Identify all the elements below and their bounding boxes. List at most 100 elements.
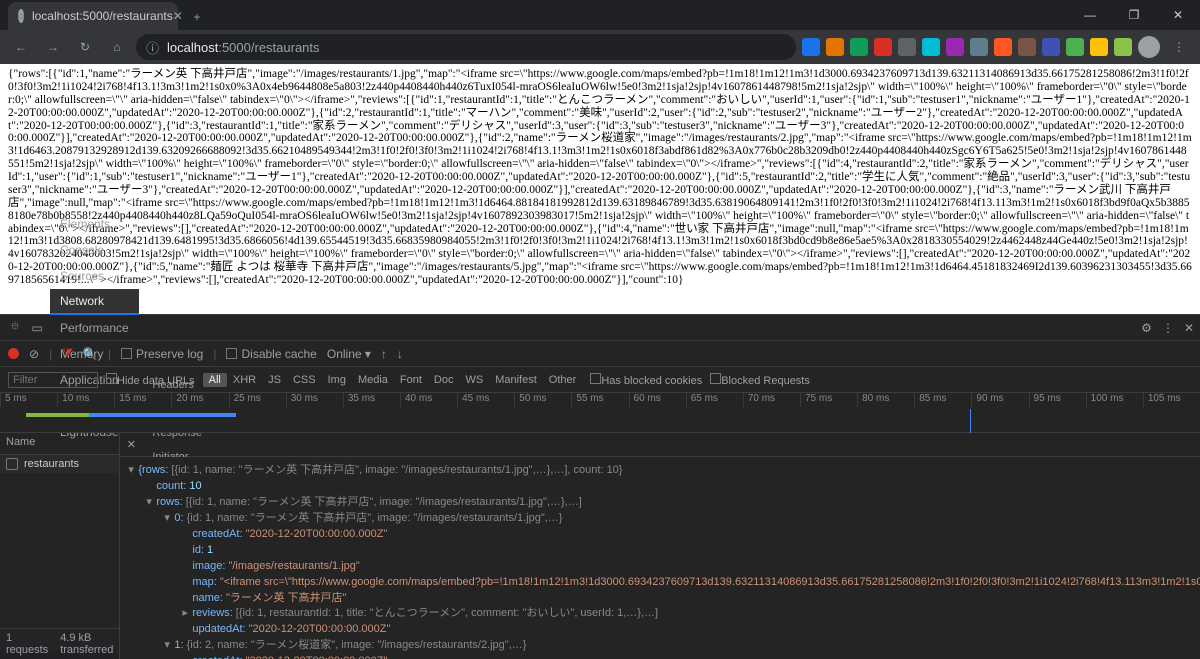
devtools-panel: ⯐ ▭ ElementsConsoleSourcesNetworkPerform… (0, 314, 1200, 650)
clear-button[interactable]: ⊘ (29, 347, 39, 361)
filter-type-img[interactable]: Img (322, 373, 352, 387)
detail-close-button[interactable]: ✕ (120, 433, 142, 457)
profile-avatar[interactable] (1138, 36, 1160, 58)
tab-title: localhost:5000/restaurants (32, 9, 173, 23)
devtools-close-icon[interactable]: ✕ (1184, 321, 1194, 335)
extension-icon[interactable] (1114, 38, 1132, 56)
record-button[interactable] (8, 348, 19, 359)
extension-icon[interactable] (970, 38, 988, 56)
nav-forward-button[interactable]: → (40, 34, 66, 60)
timeline-tick: 50 ms (514, 393, 571, 407)
preview-line[interactable]: ▸reviews: [{id: 1, restaurantId: 1, titl… (128, 606, 1200, 622)
extension-icon[interactable] (1090, 38, 1108, 56)
browser-menu-button[interactable]: ⋮ (1166, 34, 1192, 60)
timeline-tick: 100 ms (1086, 393, 1143, 407)
preview-line[interactable]: createdAt: "2020-12-20T00:00:00.000Z" (128, 527, 1200, 543)
devtools-more-icon[interactable]: ⋮ (1162, 321, 1174, 335)
throttling-select[interactable]: Online ▾ (327, 347, 371, 361)
devtools-tab-elements[interactable]: Elements (50, 211, 139, 237)
preview-pane[interactable]: ▾{rows: [{id: 1, name: "ラーメン英 下高井戸店", im… (120, 457, 1200, 659)
extension-icon[interactable] (1042, 38, 1060, 56)
filter-type-xhr[interactable]: XHR (227, 373, 262, 387)
timeline-tick: 65 ms (686, 393, 743, 407)
filter-type-media[interactable]: Media (352, 373, 394, 387)
timeline-tick: 80 ms (857, 393, 914, 407)
timeline-tick: 45 ms (457, 393, 514, 407)
browser-tab[interactable]: ◌ localhost:5000/restaurants ✕ (8, 2, 178, 30)
preview-line[interactable]: ▾1: {id: 2, name: "ラーメン桜道家", image: "/im… (128, 638, 1200, 654)
extension-icon[interactable] (994, 38, 1012, 56)
tab-close-icon[interactable]: ✕ (173, 9, 183, 23)
window-close-button[interactable]: ✕ (1156, 0, 1200, 30)
download-icon[interactable]: ↓ (397, 347, 403, 361)
window-minimize-button[interactable]: — (1068, 0, 1112, 30)
favicon-icon: ◌ (18, 9, 24, 23)
disable-cache-checkbox[interactable]: Disable cache (226, 347, 316, 361)
preserve-log-checkbox[interactable]: Preserve log (121, 347, 203, 361)
devtools-settings-icon[interactable]: ⚙ (1141, 321, 1152, 335)
url-input[interactable]: ⓘ localhost:5000/restaurants (136, 34, 796, 60)
preview-line[interactable]: image: "/images/restaurants/1.jpg" (128, 559, 1200, 575)
upload-icon[interactable]: ↑ (381, 347, 387, 361)
preview-line[interactable]: ▾rows: [{id: 1, name: "ラーメン英 下高井戸店", ima… (128, 495, 1200, 511)
devtools-tab-network[interactable]: Network (50, 289, 139, 315)
filter-type-css[interactable]: CSS (287, 373, 322, 387)
request-list-header[interactable]: Name (0, 433, 119, 455)
preview-line[interactable]: id: 1 (128, 543, 1200, 559)
extension-icon[interactable] (850, 38, 868, 56)
preview-line[interactable]: count: 10 (128, 479, 1200, 495)
preview-line[interactable]: map: "<iframe src=\"https://www.google.c… (128, 575, 1200, 591)
nav-back-button[interactable]: ← (8, 34, 34, 60)
request-detail: ✕ HeadersPreviewResponseInitiatorTimingC… (120, 433, 1200, 659)
network-timeline[interactable]: 5 ms10 ms15 ms20 ms25 ms30 ms35 ms40 ms4… (0, 393, 1200, 433)
devtools-tab-sources[interactable]: Sources (50, 263, 139, 289)
extension-icon[interactable] (826, 38, 844, 56)
blocked-requests-checkbox[interactable]: Blocked Requests (710, 373, 810, 387)
filter-type-font[interactable]: Font (394, 373, 428, 387)
timeline-tick: 70 ms (743, 393, 800, 407)
window-maximize-button[interactable]: ❐ (1112, 0, 1156, 30)
extension-icon[interactable] (946, 38, 964, 56)
timeline-tick: 15 ms (114, 393, 171, 407)
devtools-main-tabs: ⯐ ▭ ElementsConsoleSourcesNetworkPerform… (0, 315, 1200, 341)
preview-line[interactable]: updatedAt: "2020-12-20T00:00:00.000Z" (128, 622, 1200, 638)
filter-toggle-icon[interactable]: ⧩ (62, 346, 73, 361)
site-info-icon[interactable]: ⓘ (146, 38, 159, 57)
filter-type-ws[interactable]: WS (459, 373, 489, 387)
nav-home-button[interactable]: ⌂ (104, 34, 130, 60)
request-row[interactable]: restaurants (0, 455, 119, 473)
preview-line[interactable]: createdAt: "2020-12-20T00:00:00.000Z" (128, 654, 1200, 659)
filter-type-other[interactable]: Other (543, 373, 583, 387)
url-path: /restaurants (251, 40, 320, 55)
filter-input[interactable] (8, 372, 98, 388)
nav-reload-button[interactable]: ↻ (72, 34, 98, 60)
extension-icon[interactable] (1066, 38, 1084, 56)
preview-line[interactable]: ▾0: {id: 1, name: "ラーメン英 下高井戸店", image: … (128, 511, 1200, 527)
extension-icon[interactable] (922, 38, 940, 56)
preview-line[interactable]: name: "ラーメン英 下高井戸店" (128, 591, 1200, 607)
inspect-element-icon[interactable]: ⯐ (6, 317, 24, 338)
timeline-tick: 20 ms (171, 393, 228, 407)
extension-icon[interactable] (802, 38, 820, 56)
transferred-size: 4.9 kB transferred (60, 632, 113, 656)
extension-icon[interactable] (874, 38, 892, 56)
timeline-cursor (970, 409, 971, 433)
filter-type-manifest[interactable]: Manifest (489, 373, 543, 387)
search-icon[interactable]: 🔍 (83, 347, 98, 361)
request-list: Name restaurants 1 requests 4.9 kB trans… (0, 433, 120, 659)
timeline-tick: 75 ms (800, 393, 857, 407)
toggle-device-icon[interactable]: ▭ (28, 321, 46, 335)
network-status-bar: 1 requests 4.9 kB transferred (0, 628, 119, 659)
extension-icon[interactable] (898, 38, 916, 56)
preview-line[interactable]: ▾{rows: [{id: 1, name: "ラーメン英 下高井戸店", im… (128, 463, 1200, 479)
blocked-cookies-checkbox[interactable]: Has blocked cookies (590, 373, 702, 387)
new-tab-button[interactable]: + (184, 4, 210, 30)
filter-type-js[interactable]: JS (262, 373, 287, 387)
url-port: :5000 (218, 40, 251, 55)
devtools-tab-performance[interactable]: Performance (50, 315, 139, 341)
extension-icon[interactable] (1018, 38, 1036, 56)
page-raw-json[interactable]: {"rows":[{"id":1,"name":"ラーメン英 下高井戸店","i… (0, 64, 1200, 291)
devtools-tab-console[interactable]: Console (50, 237, 139, 263)
filter-type-doc[interactable]: Doc (428, 373, 460, 387)
request-name: restaurants (24, 458, 79, 470)
